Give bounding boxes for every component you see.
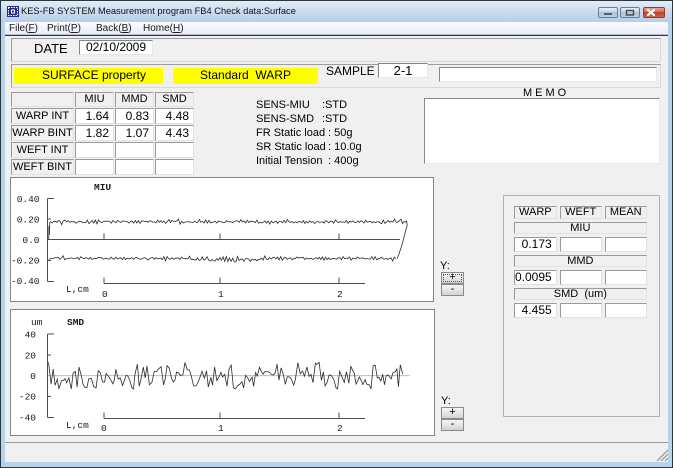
svg-text:1: 1 [218,423,224,434]
svg-text:MIU: MIU [94,182,111,193]
svg-text:1: 1 [218,289,224,300]
svg-text:40: 40 [25,330,37,341]
svg-text:0: 0 [101,423,107,434]
svg-text:SMD: SMD [67,317,84,328]
svg-text:0: 0 [30,371,36,382]
svg-text:-0.20: -0.20 [11,256,40,267]
svg-text:20: 20 [25,351,37,362]
svg-text:L,cm: L,cm [66,284,89,295]
svg-text:2: 2 [337,423,343,434]
svg-text:0.20: 0.20 [17,215,40,226]
svg-text:-20: -20 [19,392,36,403]
svg-text:0.0: 0.0 [22,235,39,246]
svg-text:2: 2 [337,289,343,300]
svg-text:L,cm: L,cm [66,420,89,431]
svg-text:-40: -40 [19,413,36,424]
svg-text:0: 0 [102,289,108,300]
svg-text:-0.40: -0.40 [11,276,40,287]
svg-text:0.40: 0.40 [17,194,40,205]
svg-text:um: um [31,317,43,328]
